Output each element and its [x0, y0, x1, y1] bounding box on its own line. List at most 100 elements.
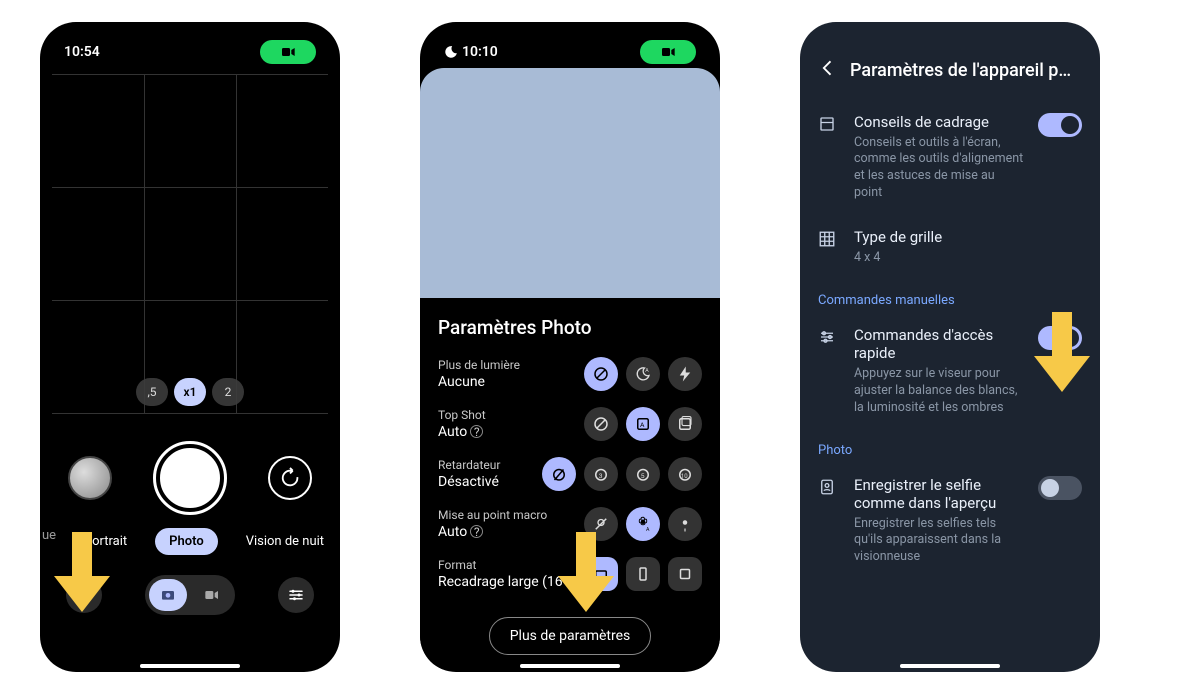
viewfinder-grid[interactable] [52, 74, 328, 414]
sliders-button[interactable] [278, 577, 314, 613]
mode-carousel[interactable]: ue Portrait Photo Vision de nuit [52, 520, 328, 563]
title: Conseils de cadrage [854, 113, 1024, 131]
settings-gear-button[interactable] [66, 577, 102, 613]
topshot-auto-icon: A [634, 415, 652, 433]
topshot-off[interactable] [584, 407, 618, 441]
svg-text:10: 10 [681, 472, 688, 479]
zoom-1x[interactable]: x1 [174, 378, 206, 406]
setting-framing-tips[interactable]: Conseils de cadrage Conseils et outils à… [812, 103, 1088, 219]
label: Plus de lumière [438, 358, 520, 372]
svg-text:5: 5 [641, 471, 645, 479]
selfie-mirror-toggle[interactable] [1038, 476, 1082, 500]
mode-portrait[interactable]: Portrait [70, 528, 141, 555]
light-none[interactable] [584, 357, 618, 391]
video-pill[interactable] [640, 40, 696, 64]
clock: 10:10 [462, 44, 498, 60]
zoom-0-5[interactable]: ,5 [136, 378, 168, 406]
timer-5-icon: 5 [634, 465, 652, 483]
flower-icon [676, 515, 694, 533]
timer-10s[interactable]: 10 [668, 457, 702, 491]
macro-on[interactable] [668, 507, 702, 541]
row-retardateur: Retardateur Désactivé 3 5 10 [438, 453, 702, 503]
timer-off[interactable] [542, 457, 576, 491]
macro-off[interactable] [584, 507, 618, 541]
home-indicator [900, 664, 1000, 668]
mode-night[interactable]: Vision de nuit [232, 528, 338, 555]
label: Top Shot [438, 408, 486, 422]
timer-5s[interactable]: 5 [626, 457, 660, 491]
value: Recadrage large (16 [438, 574, 563, 590]
settings-sheet: Paramètres Photo Plus de lumière Aucune … [420, 298, 720, 669]
timer-3s[interactable]: 3 [584, 457, 618, 491]
toggle-photo[interactable] [149, 579, 187, 611]
topshot-on-icon [676, 415, 694, 433]
shutter-button[interactable] [156, 444, 224, 512]
section-photo: Photo [812, 433, 1088, 466]
svg-text:A: A [640, 421, 645, 429]
subtitle: Appuyez sur le viseur pour ajuster la ba… [854, 366, 1024, 417]
crop-tall-icon [634, 565, 652, 583]
flower-off-icon [592, 515, 610, 533]
mode-photo[interactable]: Photo [155, 528, 218, 555]
title: Enregistrer le selfie comme dans l'aperç… [854, 476, 1024, 512]
row-macro: Mise au point macro Auto? A [438, 503, 702, 553]
title: Commandes d'accès rapide [854, 326, 1024, 362]
grid-icon [818, 230, 836, 248]
status-bar: 10:54 [52, 34, 328, 74]
setting-quick-controls[interactable]: Commandes d'accès rapide Appuyez sur le … [812, 316, 1088, 433]
timer-10-icon: 10 [676, 465, 694, 483]
topshot-on[interactable] [668, 407, 702, 441]
more-settings-button[interactable]: Plus de paramètres [489, 617, 652, 655]
setting-grid-type[interactable]: Type de grille 4 x 4 [812, 218, 1088, 283]
camera-preview[interactable] [420, 68, 720, 298]
format-tall[interactable] [626, 557, 660, 591]
videocam-icon [204, 589, 220, 601]
flip-camera-button[interactable] [268, 456, 312, 500]
toggle-video[interactable] [193, 579, 231, 611]
format-square[interactable] [668, 557, 702, 591]
flip-icon [279, 467, 301, 489]
title: Type de grille [854, 228, 1082, 246]
value: Auto? [438, 424, 486, 440]
photo-video-toggle[interactable] [145, 575, 235, 615]
selfie-icon [818, 478, 836, 496]
row-top-shot: Top Shot Auto? A [438, 403, 702, 453]
phone-1-camera: 10:54 ,5 x1 2 ue Portrait Photo Vision d… [40, 22, 340, 672]
sliders-icon [287, 586, 305, 604]
none-icon [592, 415, 610, 433]
night-icon [444, 45, 458, 59]
light-night[interactable]: A [626, 357, 660, 391]
zoom-selector[interactable]: ,5 x1 2 [52, 378, 328, 406]
topshot-auto[interactable]: A [626, 407, 660, 441]
camera-icon [160, 587, 176, 603]
setting-selfie-mirror[interactable]: Enregistrer le selfie comme dans l'aperç… [812, 466, 1088, 583]
flash-icon [676, 365, 694, 383]
help-icon[interactable]: ? [470, 525, 483, 538]
svg-text:3: 3 [599, 471, 603, 479]
format-wide[interactable] [584, 557, 618, 591]
value: Auto? [438, 524, 547, 540]
label: Format [438, 558, 563, 572]
crop-square-icon [676, 565, 694, 583]
subtitle: 4 x 4 [854, 250, 1082, 267]
help-icon[interactable]: ? [470, 425, 483, 438]
phone-3-camera-settings: Paramètres de l'appareil p… Conseils de … [800, 22, 1100, 672]
zoom-2x[interactable]: 2 [212, 378, 244, 406]
sheet-title: Paramètres Photo [438, 310, 702, 353]
home-indicator [520, 664, 620, 668]
value: Désactivé [438, 474, 500, 490]
back-arrow-icon [818, 58, 838, 78]
light-flash[interactable] [668, 357, 702, 391]
back-button[interactable] [818, 58, 838, 83]
macro-auto[interactable]: A [626, 507, 660, 541]
gallery-thumbnail[interactable] [68, 456, 112, 500]
framing-toggle[interactable] [1038, 113, 1082, 137]
none-icon [592, 365, 610, 383]
settings-header: Paramètres de l'appareil p… [812, 34, 1088, 103]
quick-controls-toggle[interactable] [1038, 326, 1082, 350]
status-bar: 10:10 [432, 34, 708, 64]
video-pill[interactable] [260, 40, 316, 64]
subtitle: Conseils et outils à l'écran, comme les … [854, 135, 1024, 203]
value: Aucune [438, 374, 520, 390]
timer-3-icon: 3 [592, 465, 610, 483]
